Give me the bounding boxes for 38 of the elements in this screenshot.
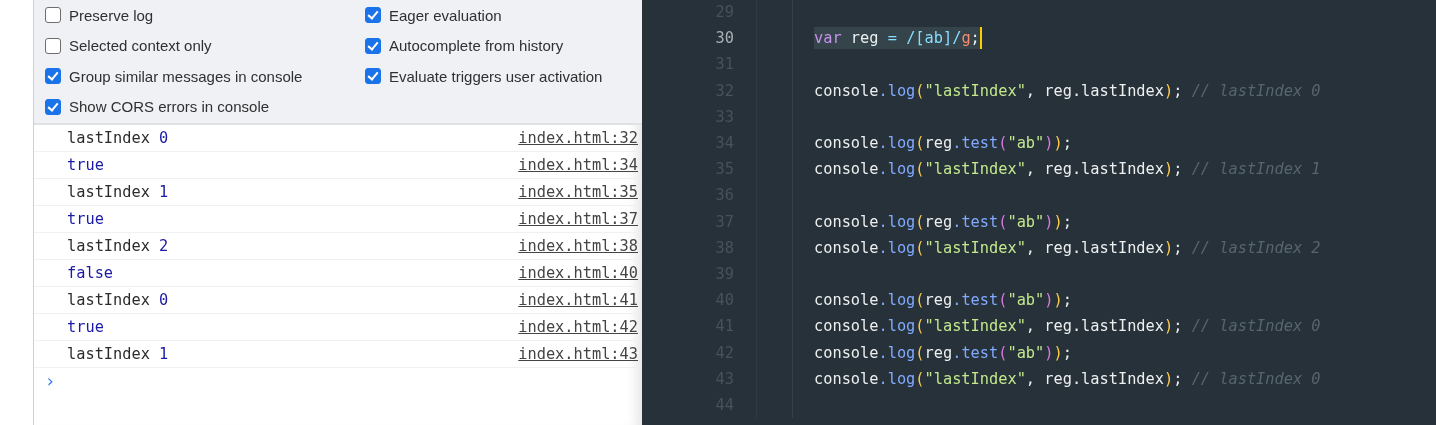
- console-message: lastIndex 1: [67, 183, 169, 201]
- source-link[interactable]: index.html:32: [518, 129, 638, 147]
- checkbox[interactable]: [365, 37, 381, 54]
- checkbox[interactable]: [45, 68, 61, 85]
- source-link[interactable]: index.html:43: [518, 345, 638, 363]
- console-message: lastIndex 1: [67, 345, 169, 363]
- checkbox[interactable]: [45, 37, 61, 54]
- checkbox-label: Group similar messages in console: [69, 67, 303, 85]
- console-message: lastIndex 0: [67, 291, 169, 309]
- checkbox-label: Eager evaluation: [389, 6, 502, 24]
- code-line: console.log(reg.test("ab"));: [814, 343, 1072, 362]
- checkbox[interactable]: [45, 98, 61, 115]
- checkbox-label: Evaluate triggers user activation: [389, 67, 603, 85]
- prompt-icon[interactable]: ›: [45, 372, 56, 390]
- console-message: lastIndex 2: [67, 237, 169, 255]
- source-link[interactable]: index.html:38: [518, 237, 638, 255]
- checkbox-label: Selected context only: [69, 37, 212, 55]
- source-link[interactable]: index.html:35: [518, 183, 638, 201]
- checkbox[interactable]: [45, 7, 61, 24]
- console-message: false: [67, 264, 114, 282]
- line-number: 30: [715, 29, 734, 48]
- source-link[interactable]: index.html:42: [518, 318, 638, 336]
- console-message: true: [67, 210, 104, 228]
- checkbox-label: Autocomplete from history: [389, 37, 564, 55]
- checkbox-label: Preserve log: [69, 6, 154, 24]
- checkbox-label: Show CORS errors in console: [69, 98, 270, 116]
- source-link[interactable]: index.html:34: [518, 156, 638, 174]
- source-link[interactable]: index.html:40: [518, 264, 638, 282]
- source-link[interactable]: index.html:37: [518, 210, 638, 228]
- code-line: console.log(reg.test("ab"));: [814, 134, 1072, 153]
- checkbox[interactable]: [365, 7, 381, 24]
- source-link[interactable]: index.html:41: [518, 291, 638, 309]
- console-message: true: [67, 318, 104, 336]
- checkbox[interactable]: [365, 68, 381, 85]
- console-message: true: [67, 156, 104, 174]
- console-message: lastIndex 0: [67, 129, 169, 147]
- code-line: console.log(reg.test("ab"));: [814, 291, 1072, 310]
- code-line: console.log(reg.test("ab"));: [814, 212, 1072, 231]
